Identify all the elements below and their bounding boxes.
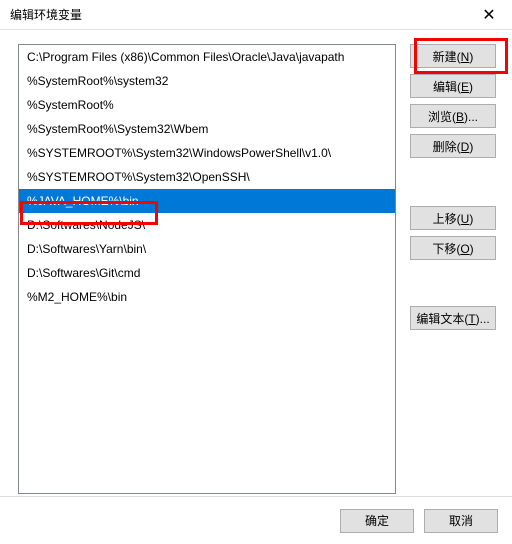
- list-item[interactable]: %SYSTEMROOT%\System32\WindowsPowerShell\…: [19, 141, 395, 165]
- path-listbox[interactable]: C:\Program Files (x86)\Common Files\Orac…: [18, 44, 396, 494]
- edit-button[interactable]: 编辑(E): [410, 74, 496, 98]
- content-area: C:\Program Files (x86)\Common Files\Orac…: [0, 30, 512, 496]
- ok-button[interactable]: 确定: [340, 509, 414, 533]
- list-item[interactable]: %SystemRoot%\System32\Wbem: [19, 117, 395, 141]
- list-item[interactable]: %M2_HOME%\bin: [19, 285, 395, 309]
- list-item[interactable]: D:\Softwares\Git\cmd: [19, 261, 395, 285]
- list-item[interactable]: %SystemRoot%\system32: [19, 69, 395, 93]
- close-icon[interactable]: ✕: [474, 4, 504, 26]
- list-item[interactable]: C:\Program Files (x86)\Common Files\Orac…: [19, 45, 395, 69]
- list-item[interactable]: %SYSTEMROOT%\System32\OpenSSH\: [19, 165, 395, 189]
- window-title: 编辑环境变量: [10, 6, 474, 23]
- titlebar: 编辑环境变量 ✕: [0, 0, 512, 30]
- delete-button[interactable]: 删除(D): [410, 134, 496, 158]
- moveup-button[interactable]: 上移(U): [410, 206, 496, 230]
- list-item[interactable]: %SystemRoot%: [19, 93, 395, 117]
- cancel-button[interactable]: 取消: [424, 509, 498, 533]
- side-buttons: 新建(N) 编辑(E) 浏览(B)... 删除(D) 上移(U) 下移(O) 编…: [410, 44, 496, 486]
- list-item[interactable]: D:\Softwares\NodeJS\: [19, 213, 395, 237]
- spacer: [410, 266, 496, 300]
- bottom-bar: 确定 取消: [0, 496, 512, 544]
- edittext-button[interactable]: 编辑文本(T)...: [410, 306, 496, 330]
- movedown-button[interactable]: 下移(O): [410, 236, 496, 260]
- new-button[interactable]: 新建(N): [410, 44, 496, 68]
- list-item[interactable]: D:\Softwares\Yarn\bin\: [19, 237, 395, 261]
- browse-button[interactable]: 浏览(B)...: [410, 104, 496, 128]
- list-item-selected[interactable]: %JAVA_HOME%\bin: [19, 189, 395, 213]
- spacer: [410, 164, 496, 200]
